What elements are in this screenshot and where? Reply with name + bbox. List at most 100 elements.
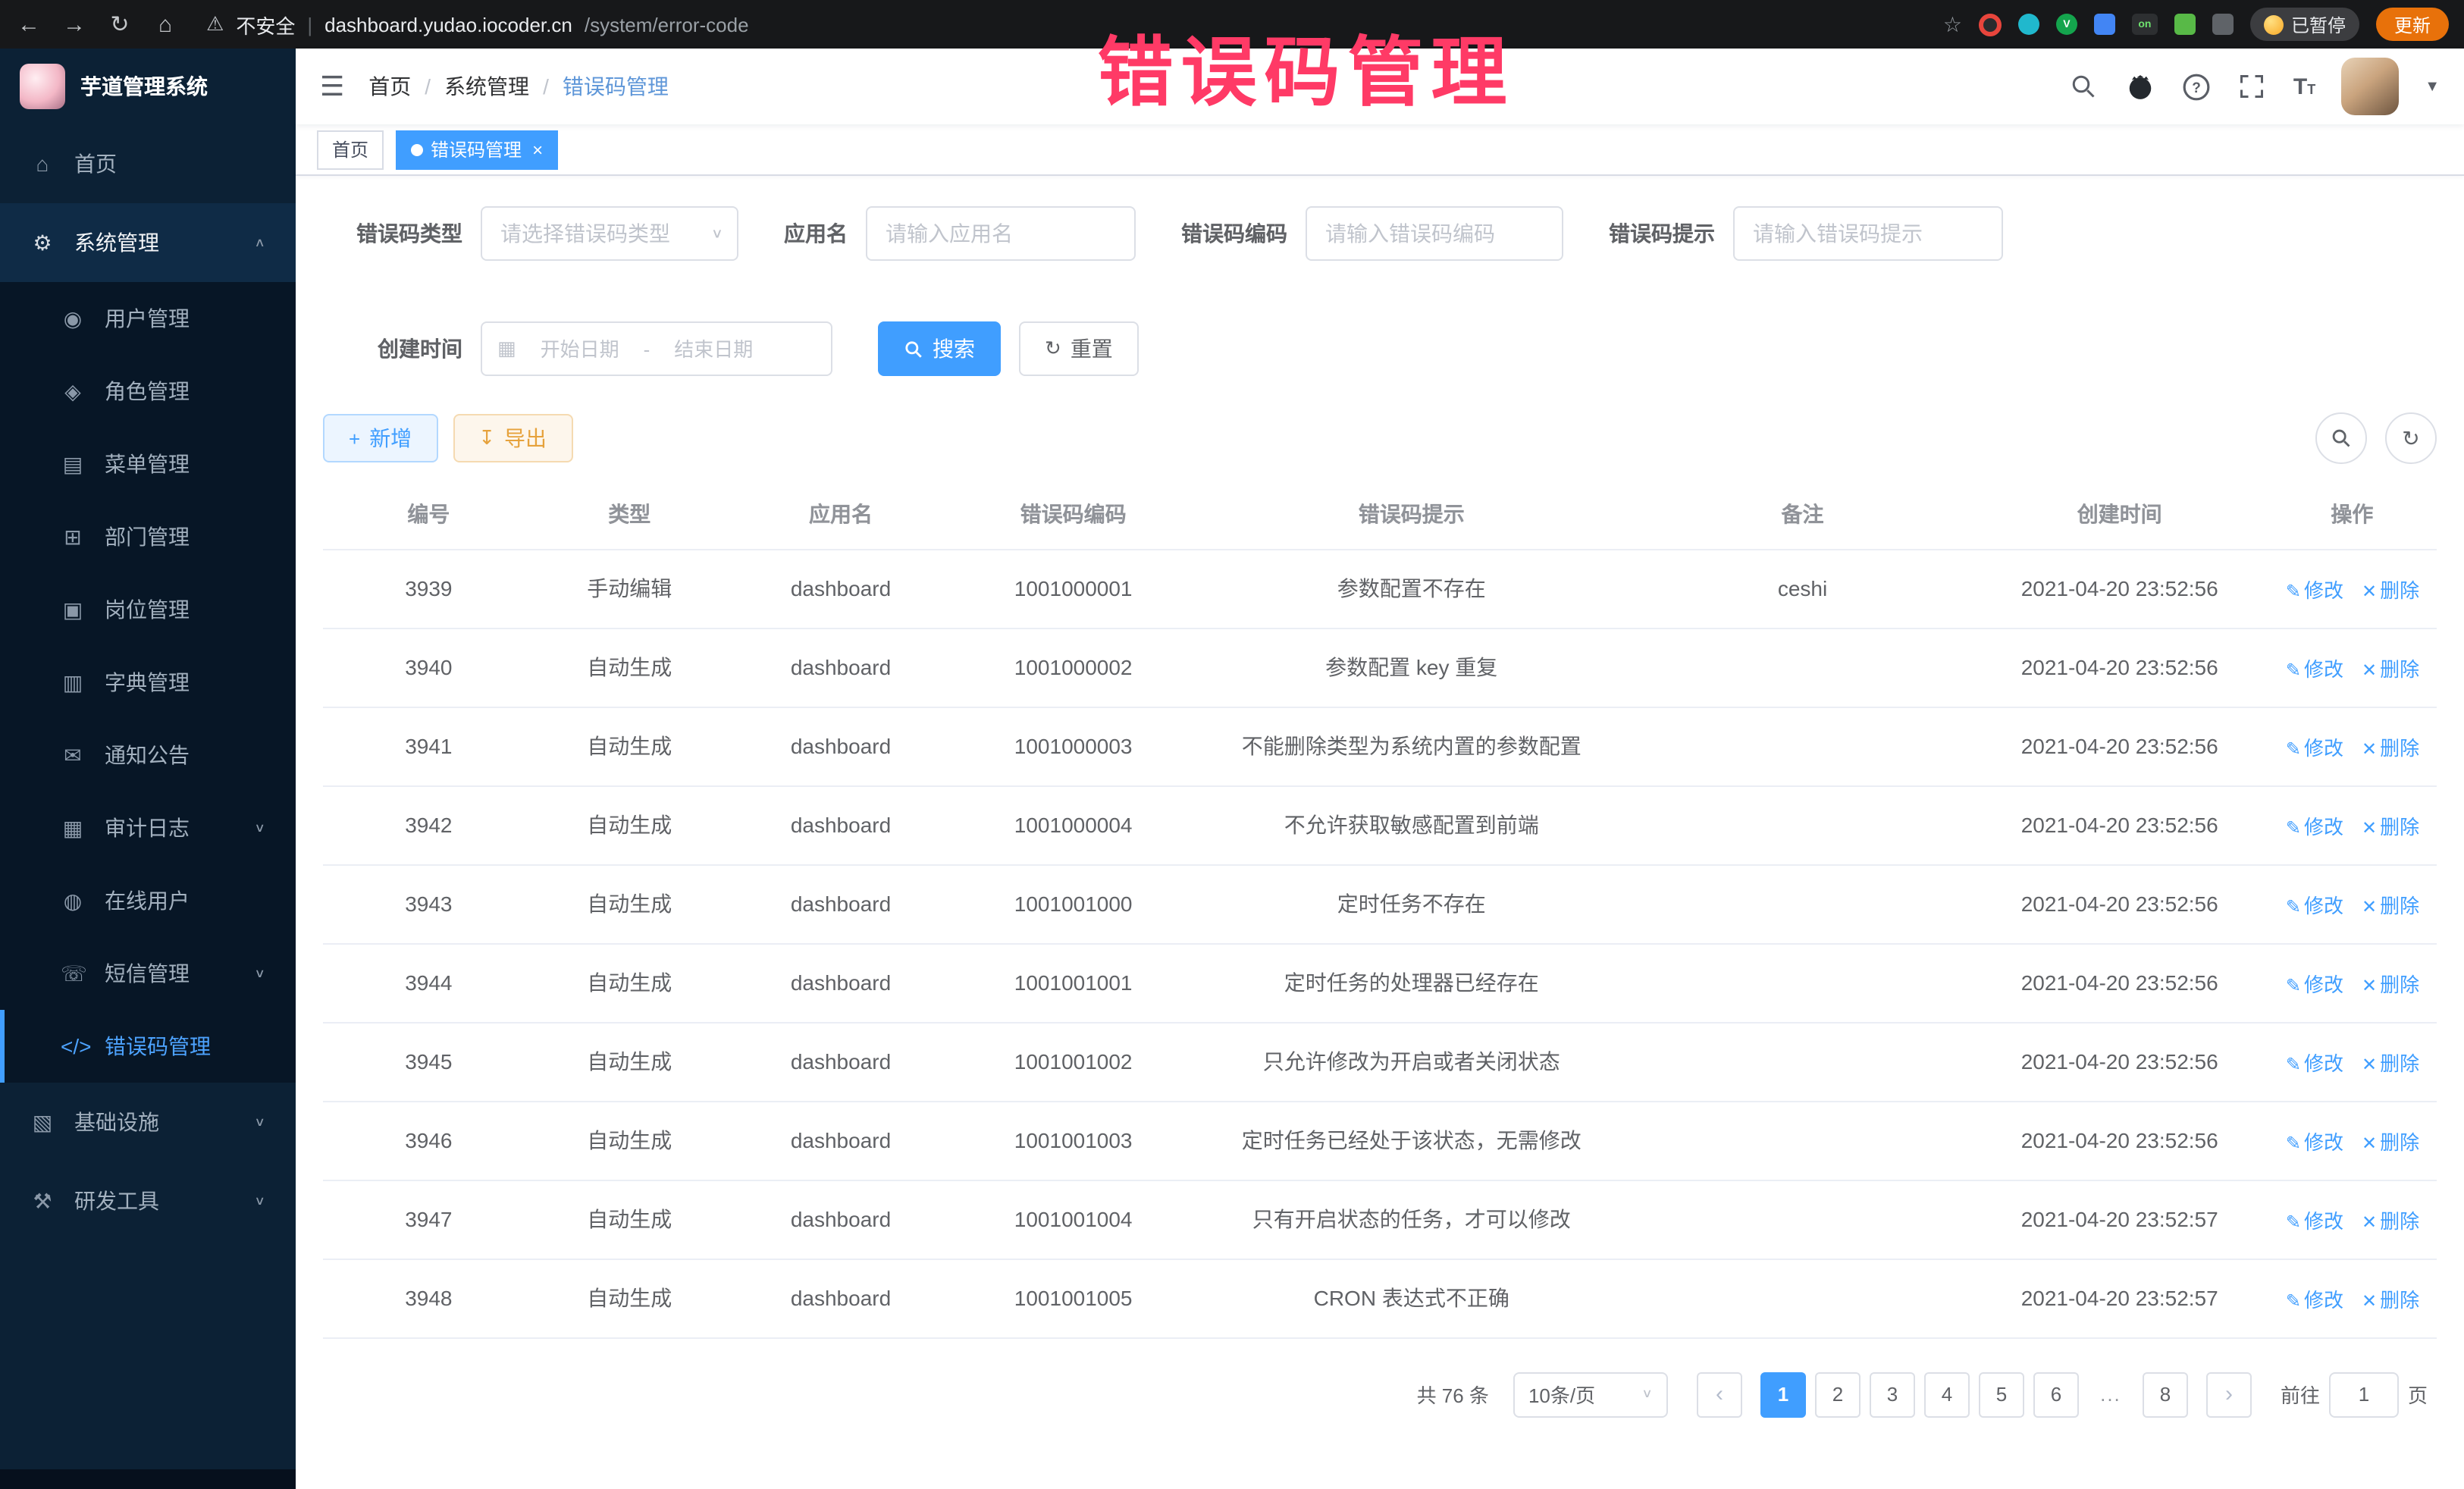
search-button[interactable]: 搜索 [878,321,1001,376]
logo[interactable]: 芋道管理系统 [0,49,296,124]
export-button[interactable]: ↧ 导出 [453,414,572,462]
github-icon[interactable] [2125,71,2155,102]
edit-link[interactable]: ✎修改 [2286,1288,2343,1311]
edit-link[interactable]: ✎修改 [2286,1209,2343,1232]
app-name-input[interactable] [866,206,1136,261]
edit-link[interactable]: ✎修改 [2286,1130,2343,1153]
delete-link[interactable]: ✕删除 [2362,1209,2419,1232]
delete-link[interactable]: ✕删除 [2362,894,2419,917]
page-button-3[interactable]: 3 [1870,1371,1915,1417]
error-hint-input[interactable] [1733,206,2003,261]
tab-home[interactable]: 首页 [317,130,384,169]
refresh-table-button[interactable]: ↻ [2385,412,2437,464]
page-size-select[interactable]: 10条/页 ∨ [1513,1371,1668,1417]
search-icon[interactable] [2069,71,2099,102]
delete-link[interactable]: ✕删除 [2362,815,2419,838]
address-bar[interactable]: ⚠ 不安全 | dashboard.yudao.iocoder.cn/syste… [206,10,749,39]
sidebar-item-menu[interactable]: ▤菜单管理 [0,428,296,500]
sidebar-item-infra[interactable]: ▧基础设施∨ [0,1083,296,1161]
delete-link[interactable]: ✕删除 [2362,1130,2419,1153]
toggle-search-button[interactable] [2315,412,2367,464]
edit-link[interactable]: ✎修改 [2286,973,2343,995]
next-page-button[interactable]: › [2206,1371,2252,1417]
sidebar-item-dict[interactable]: ▥字典管理 [0,646,296,719]
browser-extension-icon[interactable]: on [2132,14,2158,35]
paused-badge[interactable]: 已暂停 [2250,8,2359,41]
url-domain[interactable]: dashboard.yudao.iocoder.cn [324,13,572,36]
pager-ellipsis[interactable]: ... [2088,1371,2133,1417]
close-icon[interactable]: × [532,139,543,160]
forward-icon[interactable]: → [61,11,88,37]
refresh-icon[interactable]: ↻ [106,11,133,38]
fullscreen-icon[interactable] [2237,71,2268,102]
browser-extension-icon[interactable] [2174,14,2196,35]
delete-link[interactable]: ✕删除 [2362,1052,2419,1074]
edit-link[interactable]: ✎修改 [2286,894,2343,917]
page-button-1[interactable]: 1 [1760,1371,1806,1417]
cell-time: 2021-04-20 23:52:56 [1972,785,2268,864]
page-button-2[interactable]: 2 [1815,1371,1861,1417]
browser-update-button[interactable]: 更新 [2376,8,2449,41]
url-path[interactable]: /system/error-code [585,13,749,36]
sidebar-collapse-bar[interactable] [0,1469,296,1489]
delete-link[interactable]: ✕删除 [2362,1288,2419,1311]
sidebar-item-sms[interactable]: ☏短信管理∨ [0,937,296,1010]
font-size-icon[interactable]: TT [2293,74,2315,99]
edit-link[interactable]: ✎修改 [2286,815,2343,838]
sidebar-item-dept[interactable]: ⊞部门管理 [0,500,296,573]
hamburger-icon[interactable]: ☰ [320,71,344,102]
dict-icon: ▥ [61,669,85,695]
breadcrumb-item[interactable]: 首页 [368,71,411,102]
sidebar-item-devtools[interactable]: ⚒研发工具∨ [0,1161,296,1240]
error-type-select-input[interactable] [481,206,738,261]
delete-link[interactable]: ✕删除 [2362,657,2419,680]
user-icon: ◉ [61,306,85,331]
delete-link[interactable]: ✕删除 [2362,973,2419,995]
sidebar-item-label: 在线用户 [105,886,190,916]
delete-link[interactable]: ✕删除 [2362,736,2419,759]
extensions-puzzle-icon[interactable] [2212,14,2234,35]
sidebar-item-system[interactable]: ⚙系统管理∧ [0,203,296,282]
tab-error-code[interactable]: 错误码管理 × [396,130,558,169]
help-icon[interactable]: ? [2181,71,2212,102]
create-time-range[interactable]: ▦ - [481,321,832,376]
sidebar-item-errorcode[interactable]: </>错误码管理 [0,1010,296,1083]
error-code-input[interactable] [1306,206,1563,261]
edit-link[interactable]: ✎修改 [2286,1052,2343,1074]
cell-hint: 定时任务已经处于该状态，无需修改 [1190,1101,1633,1180]
sidebar-item-audit[interactable]: ▦审计日志∨ [0,792,296,864]
sidebar-item-user[interactable]: ◉用户管理 [0,282,296,355]
cell-code: 1001001005 [957,1259,1190,1337]
breadcrumb-item[interactable]: 系统管理 [444,71,529,102]
start-date-input[interactable] [525,337,635,360]
reset-button[interactable]: ↻ 重置 [1019,321,1139,376]
browser-extension-icon[interactable] [1979,13,2002,36]
security-label[interactable]: 不安全 [236,10,295,39]
edit-link[interactable]: ✎修改 [2286,736,2343,759]
error-type-select[interactable]: ∨ [481,206,738,261]
page-button-4[interactable]: 4 [1924,1371,1970,1417]
chevron-down-icon[interactable]: ▼ [2425,78,2440,95]
sidebar-item-role[interactable]: ◈角色管理 [0,355,296,428]
page-button-8[interactable]: 8 [2143,1371,2188,1417]
sidebar-item-online[interactable]: ◍在线用户 [0,864,296,937]
back-icon[interactable]: ← [15,11,42,37]
page-button-5[interactable]: 5 [1979,1371,2024,1417]
browser-extension-icon[interactable] [2094,14,2115,35]
delete-link[interactable]: ✕删除 [2362,578,2419,601]
end-date-input[interactable] [659,337,768,360]
prev-page-button[interactable]: ‹ [1697,1371,1742,1417]
goto-page-input[interactable] [2329,1371,2399,1417]
add-button[interactable]: + 新增 [323,414,437,462]
edit-link[interactable]: ✎修改 [2286,578,2343,601]
page-button-6[interactable]: 6 [2033,1371,2079,1417]
edit-link[interactable]: ✎修改 [2286,657,2343,680]
bookmark-star-icon[interactable]: ☆ [1943,11,1962,37]
sidebar-item-notice[interactable]: ✉通知公告 [0,719,296,792]
home-icon[interactable]: ⌂ [152,11,179,37]
sidebar-item-home[interactable]: ⌂首页 [0,124,296,203]
avatar[interactable] [2341,58,2399,115]
sidebar-item-post[interactable]: ▣岗位管理 [0,573,296,646]
browser-extension-icon[interactable] [2018,14,2039,35]
browser-extension-icon[interactable]: V [2056,14,2077,35]
